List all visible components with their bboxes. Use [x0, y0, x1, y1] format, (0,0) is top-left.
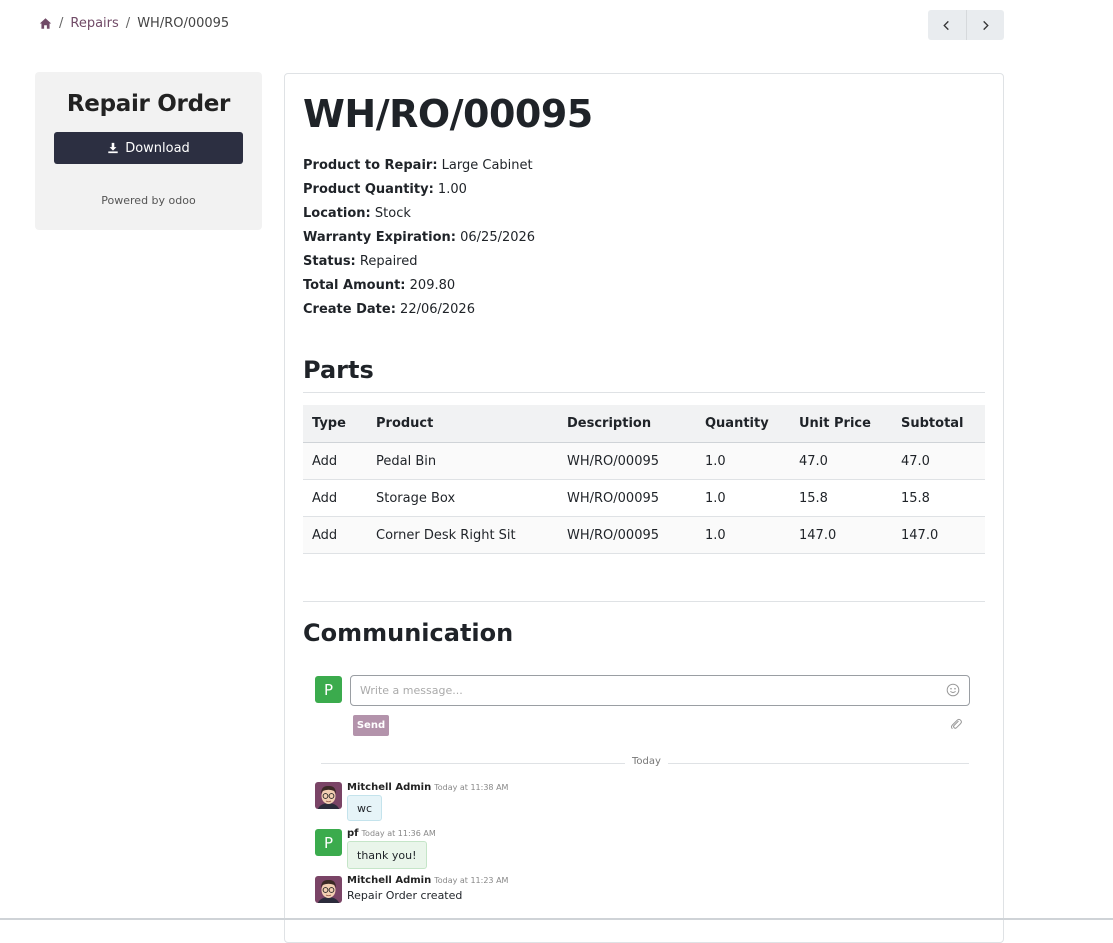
download-icon — [108, 142, 118, 154]
attachment-icon[interactable] — [949, 717, 963, 731]
breadcrumb-current: WH/RO/00095 — [137, 16, 230, 31]
table-cell: 1.0 — [696, 516, 790, 554]
home-icon[interactable] — [39, 17, 52, 30]
table-cell: Storage Box — [367, 479, 558, 517]
breadcrumb-repairs-link[interactable]: Repairs — [70, 16, 118, 31]
field-warranty: Warranty Expiration: 06/25/2026 — [303, 226, 535, 250]
table-cell: 1.0 — [696, 442, 790, 480]
field-value: 209.80 — [409, 278, 456, 293]
emoji-icon[interactable] — [946, 683, 960, 697]
breadcrumb: / Repairs / WH/RO/00095 — [39, 16, 229, 31]
table-row: Add Corner Desk Right Sit WH/RO/00095 1.… — [303, 516, 985, 554]
table-cell: 47.0 — [790, 442, 892, 480]
table-cell: 1.0 — [696, 479, 790, 517]
author-avatar: P — [315, 829, 342, 856]
field-quantity: Product Quantity: 1.00 — [303, 178, 535, 202]
column-header: Subtotal — [892, 405, 985, 443]
message-bubble: wc — [347, 795, 383, 821]
message-author: Mitchell Admin Today at 11:38 AM — [347, 782, 508, 793]
communication-heading: Communication — [303, 619, 514, 647]
message-time: Today at 11:36 AM — [361, 829, 436, 838]
send-button[interactable]: Send — [353, 715, 389, 736]
powered-by-link[interactable]: Powered by odoo — [35, 194, 262, 207]
table-cell: 147.0 — [790, 516, 892, 554]
table-row: Add Storage Box WH/RO/00095 1.0 15.8 15.… — [303, 479, 985, 517]
table-cell: 15.8 — [892, 479, 985, 517]
field-label: Warranty Expiration: — [303, 230, 456, 245]
current-user-avatar: P — [315, 676, 342, 703]
table-cell: Add — [303, 479, 367, 517]
sidebar-card: Repair Order Download Powered by odoo — [35, 72, 262, 230]
message-author: pf Today at 11:36 AM — [347, 828, 436, 839]
field-value: Repaired — [359, 254, 418, 269]
message-bubble: thank you! — [347, 841, 427, 869]
field-value: Large Cabinet — [441, 158, 533, 173]
column-header: Product — [367, 405, 558, 443]
table-cell: 147.0 — [892, 516, 985, 554]
repair-order-card: WH/RO/00095 Product to Repair: Large Cab… — [284, 73, 1004, 943]
breadcrumb-separator: / — [59, 16, 64, 31]
field-value: 06/25/2026 — [460, 230, 536, 245]
author-name: Mitchell Admin — [347, 782, 432, 793]
column-header: Type — [303, 405, 367, 443]
field-create-date: Create Date: 22/06/2026 — [303, 298, 535, 322]
message-time: Today at 11:23 AM — [434, 876, 509, 885]
field-label: Total Amount: — [303, 278, 406, 293]
table-cell: 47.0 — [892, 442, 985, 480]
sidebar-title: Repair Order — [66, 91, 231, 117]
message-body: Repair Order created — [347, 889, 463, 902]
message-composer — [350, 675, 970, 706]
download-label: Download — [125, 140, 190, 156]
table-cell: WH/RO/00095 — [558, 442, 696, 480]
previous-record-button[interactable] — [928, 10, 966, 40]
parts-table: Type Product Description Quantity Unit P… — [303, 405, 985, 554]
chevron-left-icon — [943, 20, 950, 30]
field-label: Status: — [303, 254, 356, 269]
field-product: Product to Repair: Large Cabinet — [303, 154, 535, 178]
order-fields: Product to Repair: Large Cabinet Product… — [303, 154, 535, 322]
field-location: Location: Stock — [303, 202, 535, 226]
field-value: 22/06/2026 — [400, 302, 475, 317]
table-header-row: Type Product Description Quantity Unit P… — [303, 405, 985, 443]
table-row: Add Pedal Bin WH/RO/00095 1.0 47.0 47.0 — [303, 442, 985, 480]
message-author: Mitchell Admin Today at 11:23 AM — [347, 875, 508, 886]
field-total: Total Amount: 209.80 — [303, 274, 535, 298]
field-label: Product to Repair: — [303, 158, 438, 173]
record-pager — [928, 10, 1004, 40]
table-cell: Add — [303, 516, 367, 554]
field-label: Product Quantity: — [303, 182, 434, 197]
field-label: Location: — [303, 206, 371, 221]
next-record-button[interactable] — [965, 10, 1005, 40]
chevron-right-icon — [982, 20, 989, 30]
column-header: Description — [558, 405, 696, 443]
breadcrumb-separator: / — [125, 16, 131, 31]
field-label: Create Date: — [303, 302, 396, 317]
download-button[interactable]: Download — [54, 132, 243, 164]
author-avatar — [315, 876, 342, 903]
table-cell: Pedal Bin — [367, 442, 558, 480]
table-cell: 15.8 — [790, 479, 892, 517]
today-divider-label: Today — [625, 756, 668, 767]
field-value: Stock — [374, 206, 411, 221]
table-cell: WH/RO/00095 — [558, 479, 696, 517]
table-cell: Add — [303, 442, 367, 480]
column-header: Quantity — [696, 405, 790, 443]
table-cell: WH/RO/00095 — [558, 516, 696, 554]
field-status: Status: Repaired — [303, 250, 535, 274]
field-value: 1.00 — [437, 182, 467, 197]
message-input[interactable] — [351, 676, 929, 705]
message-time: Today at 11:38 AM — [434, 783, 509, 792]
order-title: WH/RO/00095 — [303, 92, 593, 136]
author-avatar — [315, 782, 342, 809]
communication-divider — [303, 601, 985, 602]
parts-heading: Parts — [303, 356, 374, 384]
table-cell: Corner Desk Right Sit — [367, 516, 558, 554]
author-name: pf — [347, 828, 359, 839]
author-name: Mitchell Admin — [347, 875, 432, 886]
column-header: Unit Price — [790, 405, 892, 443]
parts-divider — [303, 392, 985, 393]
